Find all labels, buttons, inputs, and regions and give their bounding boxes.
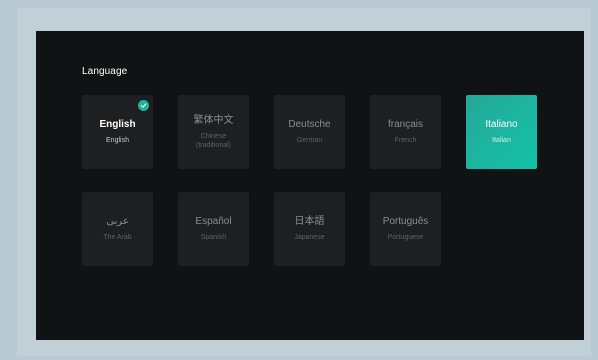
language-tile-german[interactable]: Deutsche German (274, 95, 345, 169)
check-circle-icon (138, 100, 149, 111)
language-native-name: Español (195, 216, 232, 227)
language-english-name: Spanish (200, 234, 227, 241)
language-tile-spanish[interactable]: Español Spanish (178, 192, 249, 266)
device-frame: Language English English 繁体中文 Chinese (t… (17, 8, 591, 356)
language-native-name: Português (382, 216, 429, 227)
language-tile-portuguese[interactable]: Português Portuguese (370, 192, 441, 266)
language-tile-french[interactable]: français French (370, 95, 441, 169)
language-english-name: English (106, 137, 129, 144)
language-native-name: 繁体中文 (193, 114, 234, 126)
language-english-name: German (296, 137, 323, 144)
language-tile-japanese[interactable]: 日本語 Japanese (274, 192, 345, 266)
language-english-name: Japanese (294, 234, 325, 241)
language-grid: English English 繁体中文 Chinese (traditiona… (82, 95, 537, 266)
language-english-name: Chinese (traditional) (195, 132, 231, 149)
language-english-name: The Arab (103, 234, 132, 241)
language-english-name: Portuguese (387, 234, 424, 241)
language-native-name: عربى (106, 216, 129, 227)
language-native-name: 日本語 (294, 216, 325, 227)
language-english-name: French (394, 137, 417, 144)
page-title: Language (82, 66, 128, 77)
language-english-name: Italian (492, 137, 511, 144)
language-native-name: Italiano (485, 119, 518, 130)
language-tile-italian[interactable]: Italiano Italian (466, 95, 537, 169)
language-tile-english[interactable]: English English (82, 95, 153, 169)
language-native-name: français (387, 119, 423, 130)
tv-screen: Language English English 繁体中文 Chinese (t… (36, 31, 584, 340)
language-native-name: Deutsche (288, 119, 331, 130)
language-native-name: English (99, 119, 136, 130)
language-tile-arabic[interactable]: عربى The Arab (82, 192, 153, 266)
language-tile-chinese-traditional[interactable]: 繁体中文 Chinese (traditional) (178, 95, 249, 169)
